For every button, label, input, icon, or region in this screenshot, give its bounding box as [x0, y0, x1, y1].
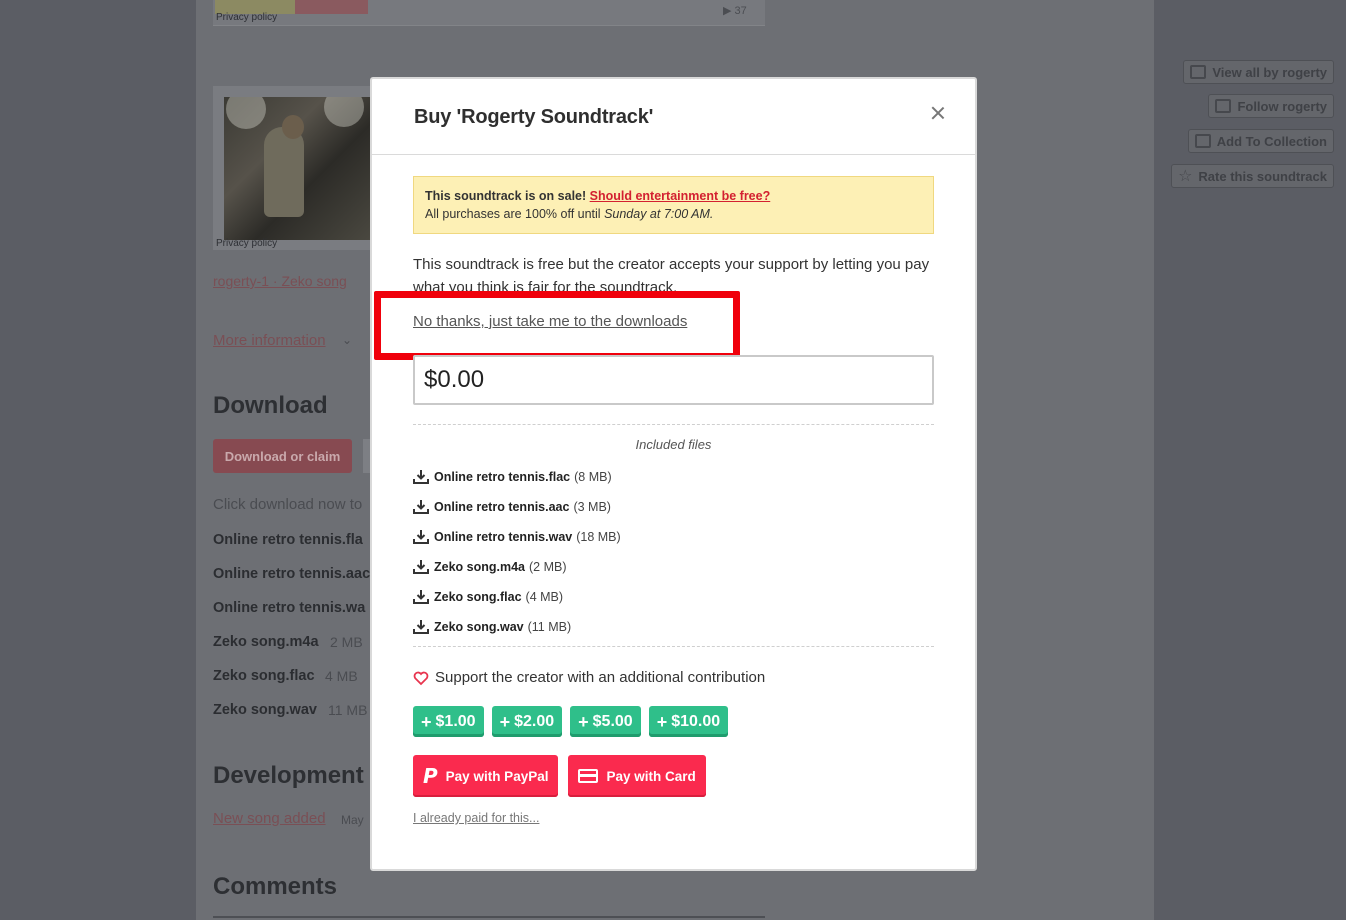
list-item: Zeko song.flac (4 MB) [413, 582, 934, 612]
included-files: Included files Online retro tennis.flac … [413, 424, 934, 647]
credit-card-icon [578, 769, 599, 783]
download-or-claim-button[interactable]: Download or claim [213, 439, 352, 473]
sale-end-time: Sunday at 7:00 AM. [604, 207, 714, 221]
file-size: (11 MB) [527, 620, 572, 634]
pay-with-paypal-button[interactable]: P Pay with PayPal [413, 755, 559, 797]
bg-file-2: Online retro tennis.aac [213, 566, 371, 582]
download-icon [413, 500, 429, 514]
file-size: (4 MB) [525, 590, 564, 604]
plus-icon: + [578, 711, 589, 732]
sale-headline: This soundtrack is on sale! [425, 189, 587, 203]
file-size: (3 MB) [573, 500, 611, 514]
list-item: Zeko song.m4a (2 MB) [413, 552, 934, 582]
file-size: (2 MB) [529, 560, 567, 574]
pay-with-card-button[interactable]: Pay with Card [568, 755, 706, 797]
divider [213, 916, 765, 918]
artist-photo [224, 97, 370, 240]
add-user-icon [1215, 99, 1232, 113]
file-name: Zeko song.wav [434, 620, 524, 634]
sale-line2: All purchases are 100% off until [425, 207, 601, 221]
bg-file-5-size: 4 MB [325, 668, 358, 684]
devlog-date: May [341, 813, 364, 827]
tip-button-2[interactable]: + $2.00 [491, 706, 563, 737]
add-list-icon [1194, 134, 1211, 148]
sale-link[interactable]: Should entertainment be free? [590, 189, 771, 203]
bg-file-6: Zeko song.wav [213, 702, 317, 718]
storefront-icon [1190, 65, 1207, 79]
file-size: (8 MB) [574, 470, 612, 484]
sale-notice: This soundtrack is on sale! Should enter… [413, 176, 934, 234]
no-thanks-link[interactable]: No thanks, just take me to the downloads [413, 313, 687, 330]
file-name: Zeko song.flac [434, 590, 522, 604]
bg-file-5: Zeko song.flac [213, 668, 315, 684]
list-item: Online retro tennis.flac (8 MB) [413, 462, 934, 492]
bg-file-4: Zeko song.m4a [213, 634, 319, 650]
plus-icon: + [499, 711, 511, 732]
file-name: Online retro tennis.flac [434, 470, 571, 484]
file-size: (18 MB) [576, 530, 621, 544]
bg-file-4-size: 2 MB [330, 634, 363, 650]
audio-embed [213, 0, 765, 26]
support-label: Support the creator with an additional c… [435, 669, 766, 686]
download-icon [413, 620, 429, 634]
list-item: Zeko song.wav (11 MB) [413, 612, 934, 642]
already-paid-link[interactable]: I already paid for this... [413, 811, 539, 825]
more-information-link[interactable]: More information [213, 332, 326, 349]
price-input[interactable] [413, 355, 934, 405]
included-files-label: Included files [635, 437, 712, 452]
bg-file-3: Online retro tennis.wa [213, 600, 366, 616]
plus-icon: + [656, 711, 668, 732]
bg-file-1: Online retro tennis.fla [213, 532, 363, 548]
plus-icon: + [421, 711, 432, 732]
payment-buttons: P Pay with PayPal Pay with Card [413, 755, 706, 797]
star-icon: ☆ [1178, 168, 1193, 185]
click-download-text: Click download now to [213, 496, 363, 513]
tip-buttons: + $1.00 + $2.00 + $5.00 + $10.00 [413, 706, 729, 737]
view-all-button[interactable]: View all by rogerty [1183, 60, 1334, 84]
download-icon [413, 560, 429, 574]
paypal-icon: P [423, 764, 438, 788]
bg-file-6-size: 11 MB [328, 702, 368, 718]
tip-button-5[interactable]: + $5.00 [570, 706, 641, 737]
intro-text: This soundtrack is free but the creator … [413, 256, 930, 295]
rate-button[interactable]: ☆ Rate this soundtrack [1171, 164, 1334, 188]
close-icon[interactable] [930, 105, 946, 121]
download-heading: Download [213, 392, 328, 419]
devlog-link[interactable]: New song added [213, 810, 326, 827]
file-name: Zeko song.m4a [434, 560, 525, 574]
buy-modal: Buy 'Rogerty Soundtrack' This soundtrack… [370, 77, 977, 871]
file-name: Online retro tennis.aac [434, 500, 570, 514]
add-to-collection-button[interactable]: Add To Collection [1187, 129, 1334, 153]
privacy-policy-label: Privacy policy [216, 12, 278, 23]
modal-header: Buy 'Rogerty Soundtrack' [372, 79, 975, 155]
tip-button-10[interactable]: + $10.00 [648, 706, 729, 737]
play-count: ▶ 37 [723, 5, 747, 17]
tip-button-1[interactable]: + $1.00 [413, 706, 484, 737]
chevron-down-icon: ⌄ [342, 333, 353, 347]
download-icon [413, 530, 429, 544]
privacy-policy-label-2: Privacy policy [216, 238, 278, 249]
download-icon [413, 470, 429, 484]
support-section: Support the creator with an additional c… [413, 669, 765, 686]
modal-title: Buy 'Rogerty Soundtrack' [414, 106, 654, 128]
list-item: Online retro tennis.wav (18 MB) [413, 522, 934, 552]
follow-button[interactable]: Follow rogerty [1208, 94, 1334, 118]
file-name: Online retro tennis.wav [434, 530, 573, 544]
file-list: Online retro tennis.flac (8 MB) Online r… [413, 462, 934, 642]
tags-line[interactable]: rogerty-1 · Zeko song [213, 273, 347, 289]
heart-icon [413, 671, 429, 685]
download-icon [413, 590, 429, 604]
comments-heading: Comments [213, 873, 338, 900]
list-item: Online retro tennis.aac (3 MB) [413, 492, 934, 522]
devlog-heading: Development l [213, 762, 378, 789]
